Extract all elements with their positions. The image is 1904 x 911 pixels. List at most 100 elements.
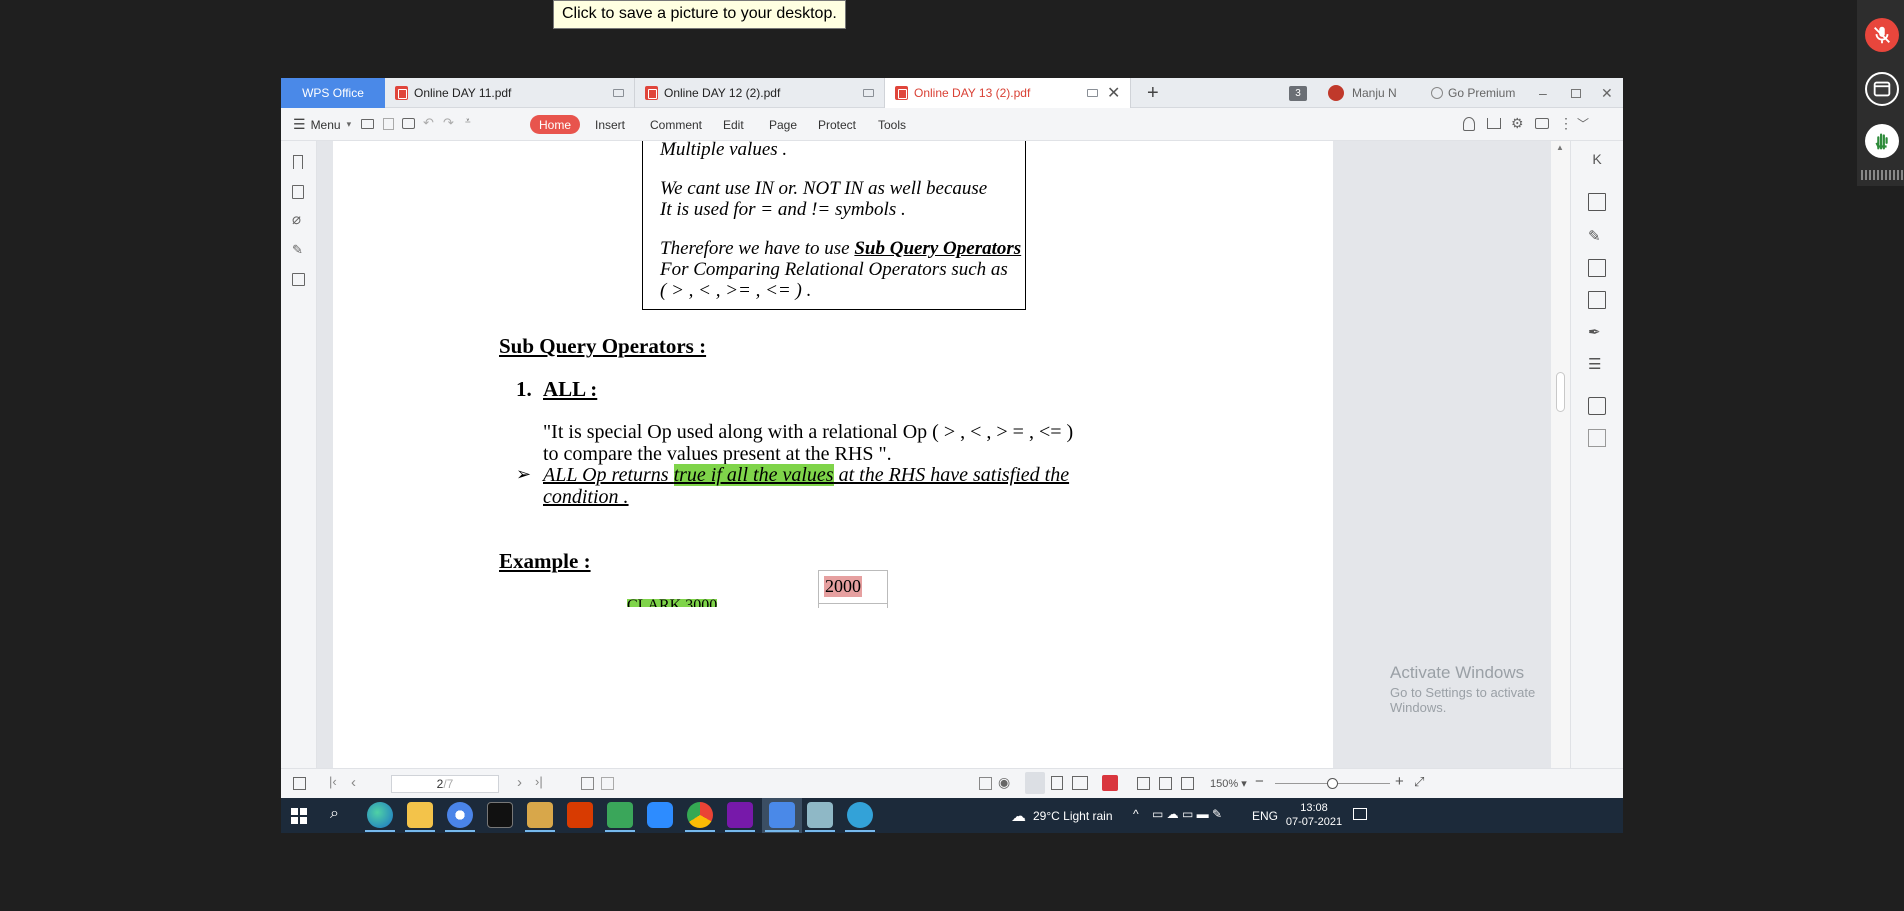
edit-pdf-icon[interactable]: ✎ bbox=[1588, 227, 1606, 245]
actual-size-icon[interactable] bbox=[1137, 777, 1150, 790]
snowflake-app-icon[interactable] bbox=[847, 802, 873, 828]
fit-page-icon[interactable] bbox=[1159, 777, 1172, 790]
collapse-ribbon-icon[interactable]: ﹀ bbox=[1577, 115, 1589, 132]
start-icon[interactable] bbox=[291, 808, 307, 824]
exit-icon[interactable] bbox=[979, 777, 992, 790]
single-page-view-icon[interactable] bbox=[1025, 772, 1045, 794]
weather-text[interactable]: 29°C Light rain bbox=[1033, 809, 1113, 823]
open-icon[interactable] bbox=[361, 119, 374, 129]
wps-office-tab[interactable]: WPS Office bbox=[281, 78, 385, 108]
go-premium-button[interactable]: Go Premium bbox=[1431, 78, 1515, 108]
fullscreen-icon[interactable]: ⤢ bbox=[1414, 774, 1424, 790]
play-icon[interactable] bbox=[1102, 775, 1118, 791]
scroll-thumb[interactable] bbox=[1556, 372, 1565, 412]
close-window-button[interactable]: ✕ bbox=[1601, 78, 1613, 108]
tab-day11[interactable]: Online DAY 11.pdf bbox=[385, 78, 635, 108]
document-viewport[interactable]: Multiple values . We cant use IN or. NOT… bbox=[317, 141, 1551, 768]
undo-icon[interactable]: ↶ bbox=[423, 115, 434, 131]
monitor-icon[interactable] bbox=[613, 89, 624, 97]
tab-page[interactable]: Page bbox=[769, 108, 797, 141]
minimize-button[interactable]: – bbox=[1539, 78, 1547, 108]
form-icon[interactable] bbox=[1588, 291, 1606, 309]
terminal-icon[interactable] bbox=[487, 802, 513, 828]
paint-icon[interactable] bbox=[527, 802, 553, 828]
tray-icons[interactable]: ▭ ☁ ▭ ▬ ✎ bbox=[1152, 807, 1222, 821]
search-icon[interactable]: ⌕ bbox=[330, 805, 339, 823]
tab-comment[interactable]: Comment bbox=[650, 108, 702, 141]
forward-icon[interactable] bbox=[601, 777, 614, 790]
print-icon[interactable] bbox=[1588, 397, 1606, 415]
last-page-icon[interactable]: ›| bbox=[535, 774, 543, 789]
language-indicator[interactable]: ENG bbox=[1252, 809, 1278, 823]
add-page-icon[interactable] bbox=[1588, 193, 1606, 211]
tab-day12[interactable]: Online DAY 12 (2).pdf bbox=[635, 78, 885, 108]
page-number-input[interactable]: 2/7 bbox=[391, 775, 499, 793]
monitor-icon[interactable] bbox=[863, 89, 874, 97]
cloud-weather-icon[interactable]: ☁ bbox=[1011, 807, 1026, 825]
export-icon[interactable] bbox=[1588, 259, 1606, 277]
fit-width-icon[interactable] bbox=[1181, 777, 1194, 790]
gear-icon[interactable]: ⚙ bbox=[1511, 115, 1524, 132]
raise-hand-icon[interactable] bbox=[1865, 124, 1899, 158]
tab-tools[interactable]: Tools bbox=[878, 108, 906, 141]
zoom-level[interactable]: 150% ▾ bbox=[1210, 777, 1247, 790]
tab-protect[interactable]: Protect bbox=[818, 108, 856, 141]
next-page-icon[interactable]: › bbox=[517, 774, 522, 791]
first-page-icon[interactable]: |‹ bbox=[329, 774, 337, 789]
signature-icon[interactable]: ✎ bbox=[292, 242, 303, 258]
zoom-app-icon[interactable] bbox=[647, 802, 673, 828]
window-icon[interactable] bbox=[1865, 72, 1899, 106]
print-icon[interactable] bbox=[402, 118, 415, 129]
sign-icon[interactable]: ✒ bbox=[1588, 323, 1606, 341]
bookmark-icon[interactable] bbox=[293, 155, 303, 169]
text-direction-icon[interactable]: ☰ bbox=[1588, 355, 1606, 373]
thumbnail-icon[interactable] bbox=[292, 185, 304, 199]
sidebar-toggle-icon[interactable] bbox=[293, 777, 306, 790]
app-icon[interactable] bbox=[607, 802, 633, 828]
compress-icon[interactable] bbox=[1588, 429, 1606, 447]
more-vertical-icon[interactable]: ⋮ bbox=[1559, 115, 1573, 132]
edge-icon[interactable] bbox=[367, 802, 393, 828]
zoom-in-icon[interactable]: + bbox=[1395, 773, 1404, 790]
restore-button[interactable] bbox=[1571, 78, 1581, 108]
save-icon[interactable] bbox=[383, 118, 394, 130]
collapse-panel-icon[interactable]: K bbox=[1588, 151, 1606, 169]
menu-button[interactable]: ☰ Menu ▾ bbox=[293, 108, 351, 141]
share-user-icon[interactable] bbox=[1463, 117, 1475, 131]
monitor-icon[interactable] bbox=[1087, 89, 1098, 97]
convert-icon[interactable] bbox=[292, 273, 305, 286]
zoom-slider-handle[interactable] bbox=[1327, 778, 1338, 789]
file-explorer-icon[interactable] bbox=[407, 802, 433, 828]
chrome-alt-icon[interactable] bbox=[447, 802, 473, 828]
office-icon[interactable] bbox=[567, 802, 593, 828]
eye-icon[interactable]: ◉ bbox=[998, 774, 1010, 791]
zoom-out-icon[interactable]: − bbox=[1255, 773, 1264, 790]
wps-icon[interactable] bbox=[769, 802, 795, 828]
continuous-view-icon[interactable] bbox=[1051, 776, 1063, 790]
share-icon[interactable] bbox=[1487, 118, 1501, 129]
grip-handle[interactable] bbox=[1861, 170, 1903, 180]
redo-icon[interactable]: ↷ bbox=[443, 115, 454, 131]
tab-count-badge[interactable]: 3 bbox=[1289, 78, 1307, 108]
attachment-icon[interactable]: ⌀ bbox=[292, 210, 301, 228]
prev-page-icon[interactable]: ‹ bbox=[351, 774, 356, 791]
vertical-scrollbar[interactable]: ▲ bbox=[1551, 141, 1570, 768]
tab-insert[interactable]: Insert bbox=[595, 108, 625, 141]
tab-day13[interactable]: Online DAY 13 (2).pdf ✕ bbox=[885, 78, 1131, 108]
clock[interactable]: 13:08 07-07-2021 bbox=[1281, 801, 1347, 829]
mic-muted-icon[interactable] bbox=[1865, 18, 1899, 52]
back-icon[interactable] bbox=[581, 777, 594, 790]
notifications-icon[interactable] bbox=[1353, 808, 1367, 820]
tab-edit[interactable]: Edit bbox=[723, 108, 744, 141]
scroll-up-icon[interactable]: ▲ bbox=[1556, 143, 1564, 152]
two-page-view-icon[interactable] bbox=[1072, 776, 1088, 790]
chrome-icon[interactable] bbox=[687, 802, 713, 828]
user-account[interactable]: Manju N bbox=[1328, 78, 1397, 108]
comment-icon[interactable] bbox=[1535, 118, 1549, 129]
more-down-icon[interactable]: ⩡ bbox=[465, 116, 471, 127]
onenote-icon[interactable] bbox=[727, 802, 753, 828]
app-icon[interactable] bbox=[807, 802, 833, 828]
tab-home[interactable]: Home bbox=[530, 115, 581, 134]
close-tab-icon[interactable]: ✕ bbox=[1107, 83, 1120, 103]
chevron-up-icon[interactable]: ^ bbox=[1133, 807, 1139, 821]
